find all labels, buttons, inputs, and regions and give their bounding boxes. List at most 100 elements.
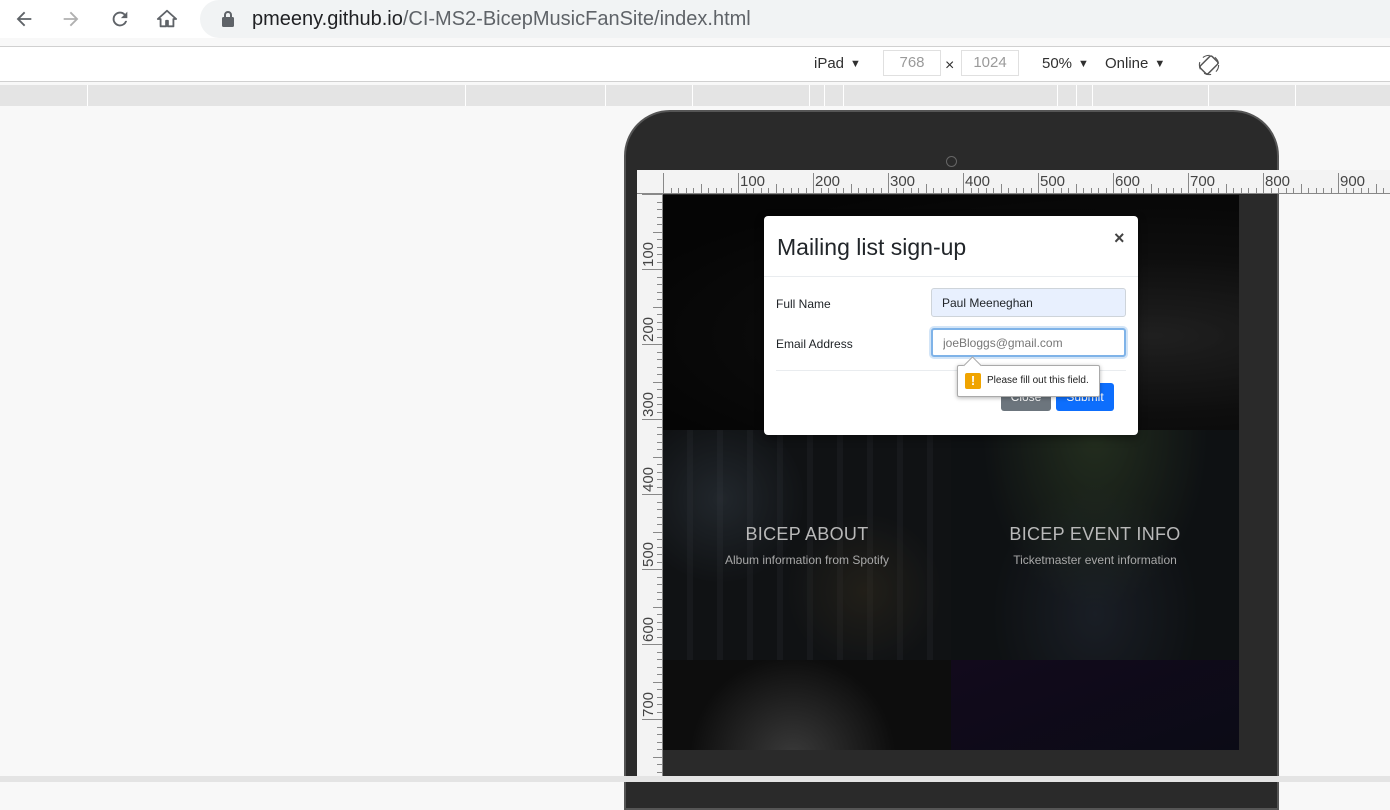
ruler-tick bbox=[1330, 188, 1332, 193]
device-select[interactable]: iPad ▼ bbox=[814, 55, 861, 72]
media-query-marker[interactable] bbox=[1092, 85, 1093, 106]
ruler-tick bbox=[1188, 173, 1189, 193]
media-query-marker[interactable] bbox=[605, 85, 606, 106]
media-query-marker[interactable] bbox=[1208, 85, 1209, 106]
media-query-bar[interactable] bbox=[0, 85, 1390, 106]
zoom-value: 50% bbox=[1042, 55, 1073, 72]
ruler-tick bbox=[657, 239, 662, 240]
ruler-tick bbox=[657, 404, 662, 405]
ruler-label: 100 bbox=[640, 241, 657, 267]
ruler-tick bbox=[657, 261, 662, 263]
lights-tile[interactable] bbox=[951, 660, 1239, 750]
ruler-tick bbox=[657, 486, 662, 488]
media-query-marker[interactable] bbox=[87, 85, 88, 106]
full-name-input[interactable] bbox=[931, 288, 1126, 317]
ruler-tick bbox=[653, 306, 662, 308]
ruler-tick bbox=[657, 554, 662, 555]
ruler-label: 300 bbox=[640, 391, 657, 417]
ruler-label: 500 bbox=[1040, 173, 1066, 190]
email-input[interactable] bbox=[931, 328, 1126, 357]
tile-title: BICEP EVENT INFO bbox=[1009, 523, 1181, 544]
bicep-about-tile[interactable]: BICEP ABOUT Album information from Spoti… bbox=[663, 430, 951, 660]
tile-subtitle: Ticketmaster event information bbox=[1013, 552, 1177, 567]
ruler-label: 200 bbox=[815, 173, 841, 190]
zoom-select[interactable]: 50% ▼ bbox=[1042, 55, 1089, 72]
ruler-tick bbox=[657, 291, 662, 293]
media-query-marker[interactable] bbox=[1057, 85, 1058, 106]
ruler-tick bbox=[657, 224, 662, 225]
ruler-tick bbox=[653, 531, 662, 533]
ruler-tick bbox=[657, 329, 662, 330]
media-query-marker[interactable] bbox=[824, 85, 825, 106]
caret-down-icon: ▼ bbox=[850, 58, 861, 70]
media-query-marker[interactable] bbox=[1076, 85, 1077, 106]
ruler-tick bbox=[1165, 188, 1167, 193]
address-bar[interactable]: pmeeny.github.io/CI-MS2-BicepMusicFanSit… bbox=[200, 0, 1390, 38]
warning-icon: ! bbox=[965, 373, 981, 389]
disco-ball-tile[interactable] bbox=[663, 660, 951, 750]
bicep-event-tile[interactable]: BICEP EVENT INFO Ticketmaster event info… bbox=[951, 430, 1239, 660]
media-query-marker[interactable] bbox=[843, 85, 844, 106]
ruler-tick bbox=[865, 188, 867, 193]
media-query-marker[interactable] bbox=[465, 85, 466, 106]
ruler-tick bbox=[813, 173, 814, 193]
ruler-tick bbox=[1098, 188, 1099, 193]
ruler-tick bbox=[1300, 184, 1302, 193]
ruler-tick bbox=[798, 188, 799, 193]
home-button[interactable] bbox=[149, 1, 185, 37]
ruler-tick bbox=[642, 644, 662, 645]
ruler-tick bbox=[657, 426, 662, 428]
ruler-tick bbox=[657, 276, 662, 278]
ruler-tick bbox=[918, 188, 919, 193]
media-query-marker[interactable] bbox=[809, 85, 810, 106]
ruler-tick bbox=[873, 188, 874, 193]
ruler-tick bbox=[657, 666, 662, 668]
ruler-tick bbox=[657, 374, 662, 375]
ruler-tick bbox=[657, 584, 662, 585]
validation-tooltip: ! Please fill out this field. bbox=[957, 365, 1100, 397]
ruler-label: 700 bbox=[640, 691, 657, 717]
ruler-tick bbox=[1083, 188, 1084, 193]
ruler-tick bbox=[657, 389, 662, 390]
rotate-icon[interactable] bbox=[1198, 54, 1220, 76]
ruler-tick bbox=[642, 344, 662, 345]
ruler-tick bbox=[1075, 184, 1077, 193]
ruler-tick bbox=[1173, 188, 1174, 193]
ruler-tick bbox=[730, 188, 732, 193]
ruler-tick bbox=[657, 449, 662, 450]
ruler-tick bbox=[1218, 188, 1219, 193]
back-button[interactable] bbox=[6, 1, 42, 37]
throttle-select[interactable]: Online ▼ bbox=[1105, 55, 1165, 72]
ruler-tick bbox=[657, 771, 662, 773]
ruler-tick bbox=[1023, 188, 1024, 193]
ruler-label: 400 bbox=[640, 466, 657, 492]
ruler-tick bbox=[738, 173, 739, 193]
ruler-tick bbox=[1150, 184, 1152, 193]
ruler-tick bbox=[642, 569, 662, 570]
ruler-tick bbox=[925, 184, 927, 193]
reload-button[interactable] bbox=[102, 1, 138, 37]
back-arrow-icon bbox=[16, 11, 32, 27]
ruler-tick bbox=[657, 576, 662, 578]
ruler-tick bbox=[642, 719, 662, 720]
viewport-width-input[interactable]: 768 bbox=[883, 50, 941, 76]
throttle-value: Online bbox=[1105, 55, 1149, 72]
ruler-tick bbox=[805, 188, 807, 193]
ruler-label: 800 bbox=[1265, 173, 1291, 190]
ruler-tick bbox=[657, 651, 662, 653]
media-query-marker[interactable] bbox=[692, 85, 693, 106]
ruler-tick bbox=[657, 464, 662, 465]
media-query-marker[interactable] bbox=[1295, 85, 1296, 106]
viewport-height-input[interactable]: 1024 bbox=[961, 50, 1019, 76]
ruler-tick bbox=[657, 254, 662, 255]
ruler-tick bbox=[657, 561, 662, 563]
ruler-tick bbox=[657, 411, 662, 413]
ruler-tick bbox=[1158, 188, 1159, 193]
dimension-separator: × bbox=[945, 57, 955, 74]
forward-arrow-icon bbox=[63, 11, 79, 27]
modal-close-icon[interactable]: × bbox=[1114, 228, 1125, 249]
ruler-tick bbox=[657, 696, 662, 698]
ruler-tick bbox=[657, 471, 662, 473]
ruler-tick bbox=[1255, 188, 1257, 193]
forward-button[interactable] bbox=[53, 1, 89, 37]
